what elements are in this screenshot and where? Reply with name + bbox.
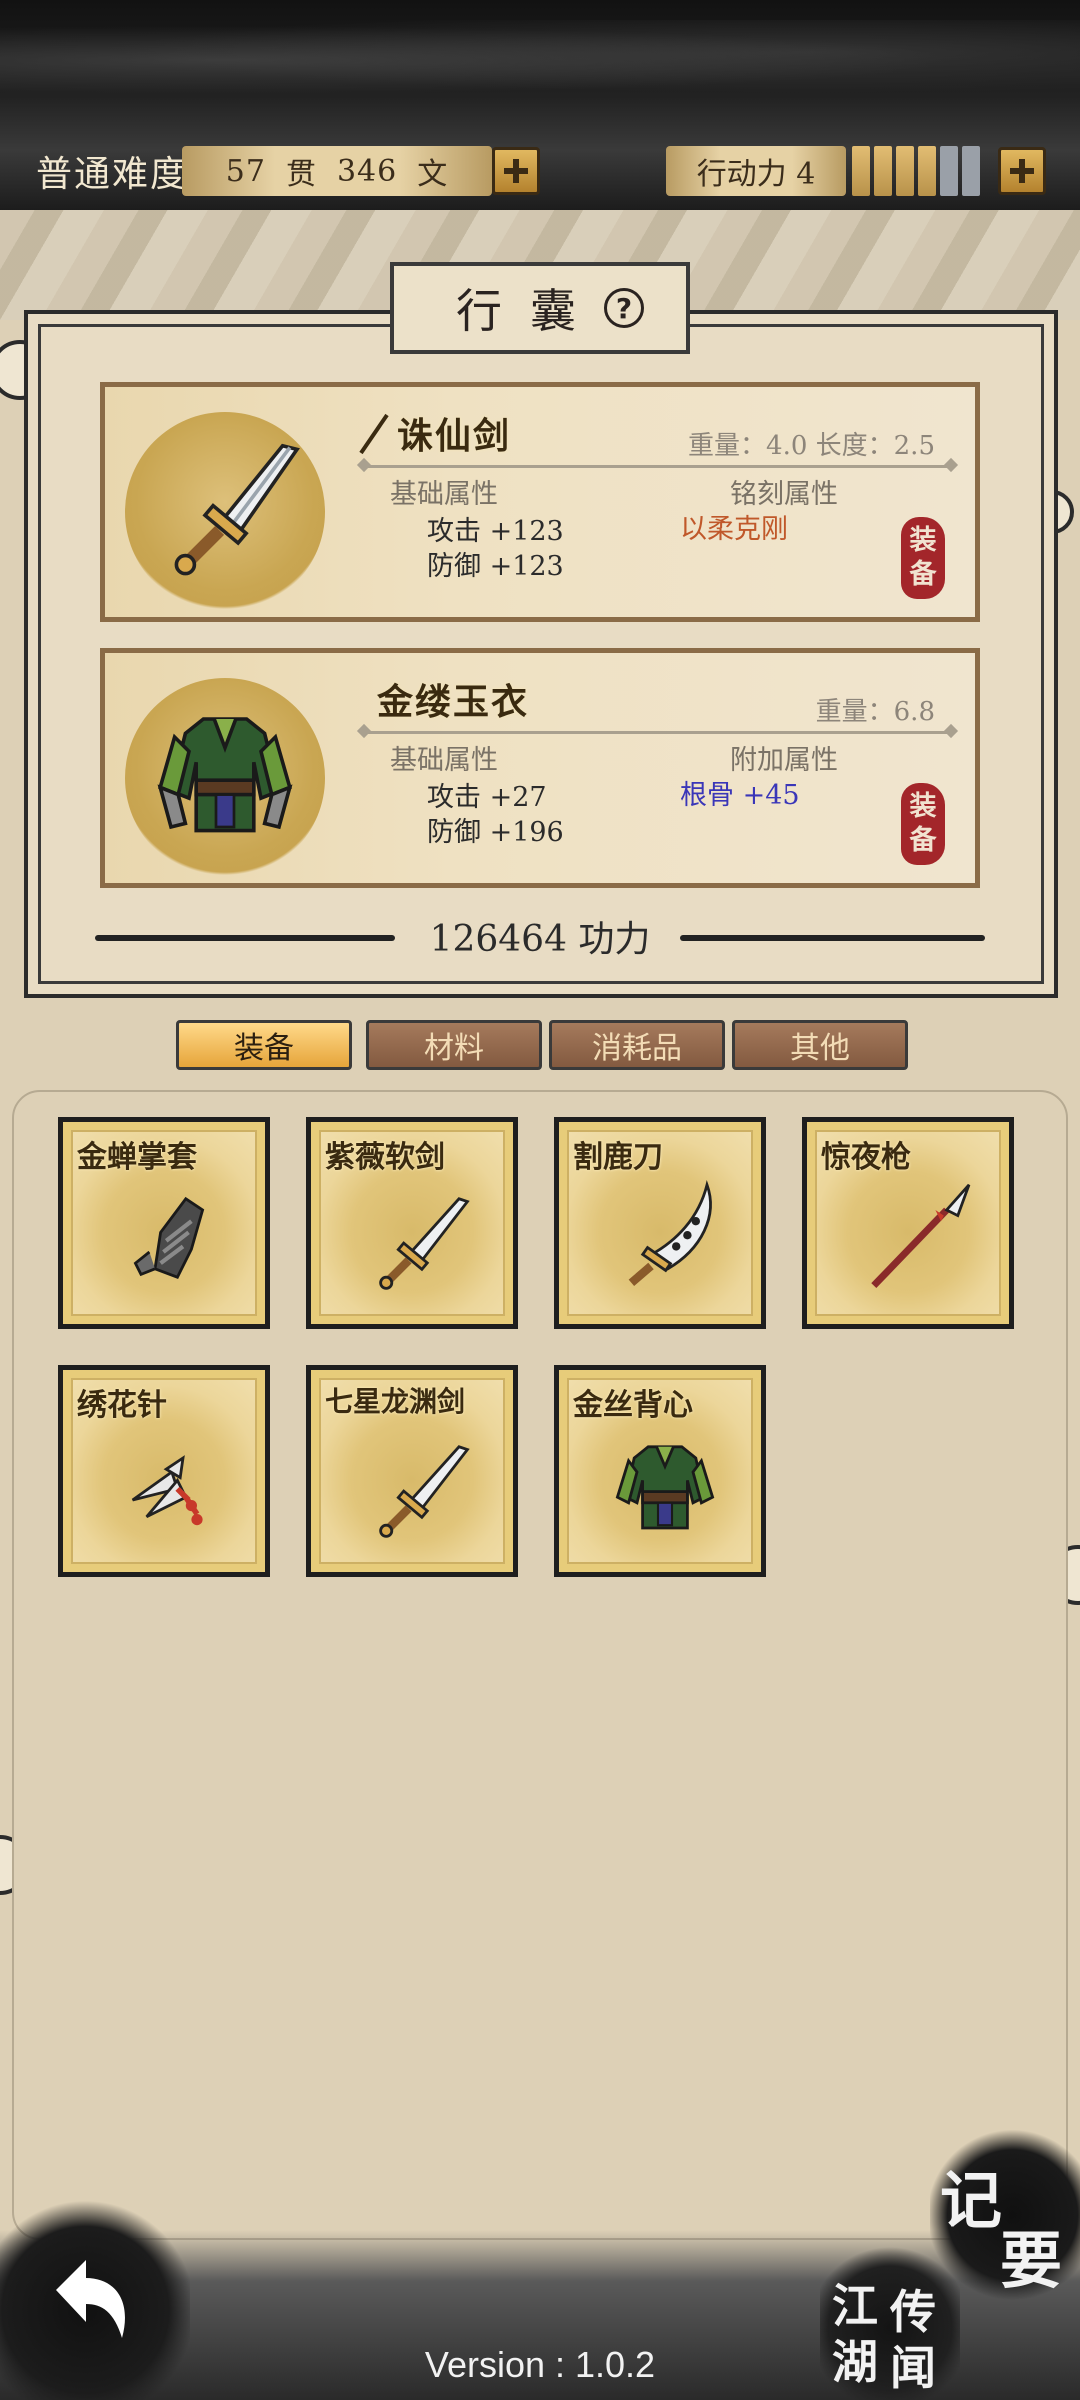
equipped-item-meta: 重量：4.0 长度：2.5	[688, 431, 935, 461]
money-guan-unit: 贯	[285, 157, 317, 192]
equipped-item-name: 诛仙剑	[397, 415, 512, 457]
item-name: 割鹿刀	[573, 1140, 663, 1175]
inventory-slot[interactable]: 金丝背心	[554, 1365, 766, 1577]
tab-consumables[interactable]: 消耗品	[549, 1020, 725, 1070]
equip-seal-button[interactable]: 装备	[901, 517, 945, 599]
needles-icon	[131, 1455, 203, 1526]
inventory-slot[interactable]: 惊夜枪	[802, 1117, 1014, 1329]
action-points-bar	[852, 146, 984, 196]
panel-title-tab: 行囊 ?	[390, 262, 690, 354]
base-attr-label: 基础属性	[390, 745, 498, 776]
difficulty-label: 普通难度	[36, 154, 189, 195]
tab-equipment[interactable]: 装备	[176, 1020, 352, 1070]
equipped-item-name: 金缕玉衣	[377, 681, 530, 723]
base-attr-label: 基础属性	[390, 479, 498, 510]
item-name: 金蝉掌套	[77, 1140, 197, 1175]
inventory-slot[interactable]: 七星龙渊剑	[306, 1365, 518, 1577]
sword-icon	[379, 1445, 470, 1538]
add-action-button[interactable]	[998, 147, 1046, 195]
divider	[365, 731, 950, 734]
action-points-label: 行动力 4	[666, 146, 846, 196]
gauntlet-icon	[133, 1196, 205, 1279]
inventory-slot[interactable]: 绣花针	[58, 1365, 270, 1577]
tab-other[interactable]: 其他	[732, 1020, 908, 1070]
item-name: 紫薇软剑	[325, 1140, 445, 1175]
robe-icon	[615, 1445, 715, 1530]
extra-attr-label: 铭刻属性	[730, 479, 838, 510]
ink-fog-decoration	[0, 20, 1080, 100]
inventory-slot[interactable]: 割鹿刀	[554, 1117, 766, 1329]
inventory-slot[interactable]: 金蝉掌套	[58, 1117, 270, 1329]
extra-attr-label: 附加属性	[730, 745, 838, 776]
add-money-button[interactable]	[492, 147, 540, 195]
item-name: 绣花针	[77, 1388, 167, 1423]
action-pip	[940, 146, 958, 196]
notes-label-2: 要	[1000, 2224, 1063, 2297]
defense-stat: 防御 +196	[427, 817, 564, 848]
action-pip	[918, 146, 936, 196]
divider	[365, 465, 950, 468]
money-wen-value: 346	[336, 153, 398, 189]
equip-seal-text: 装备	[909, 525, 937, 590]
money-guan-value: 57	[225, 153, 266, 189]
action-pip	[852, 146, 870, 196]
extra-attr-value: 根骨 +45	[680, 780, 800, 811]
inventory-slot[interactable]: 紫薇软剑	[306, 1117, 518, 1329]
saber-icon	[628, 1180, 712, 1286]
tab-materials[interactable]: 材料	[366, 1020, 542, 1070]
notes-label-1: 记	[940, 2164, 1003, 2237]
defense-stat: 防御 +123	[427, 551, 564, 582]
attack-stat: 攻击 +27	[427, 782, 547, 813]
money-wen-unit: 文	[417, 157, 449, 192]
sword-icon	[379, 1197, 470, 1290]
robe-icon	[157, 717, 293, 833]
attack-stat: 攻击 +123	[427, 516, 564, 547]
extra-attr-value: 以柔克刚	[680, 514, 788, 545]
weapon-type-icon	[359, 413, 389, 455]
top-status-bar: 普通难度 57 贯 346 文 行动力 4	[0, 0, 1080, 215]
equipped-weapon-card[interactable]: 诛仙剑 重量：4.0 长度：2.5 基础属性 铭刻属性 攻击 +123 防御 +…	[100, 382, 980, 622]
action-pip	[962, 146, 980, 196]
version-text: Version : 1.0.2	[424, 2344, 656, 2385]
equip-seal-button[interactable]: 装备	[901, 783, 945, 865]
sword-icon	[174, 443, 300, 576]
spear-icon	[871, 1183, 971, 1289]
item-name: 金丝背心	[573, 1388, 693, 1423]
action-pip	[874, 146, 892, 196]
item-name: 惊夜枪	[821, 1140, 911, 1175]
help-icon[interactable]: ?	[604, 288, 644, 328]
equipped-armor-card[interactable]: 金缕玉衣 重量：6.8 基础属性 附加属性 攻击 +27 防御 +196 根骨 …	[100, 648, 980, 888]
item-name: 七星龙渊剑	[325, 1385, 466, 1418]
action-pip	[896, 146, 914, 196]
equipped-item-meta: 重量：6.8	[815, 697, 935, 727]
money-display: 57 贯 346 文	[182, 146, 492, 196]
equip-seal-text: 装备	[909, 791, 937, 856]
power-divider-right	[680, 935, 985, 941]
panel-title: 行囊	[456, 284, 604, 338]
